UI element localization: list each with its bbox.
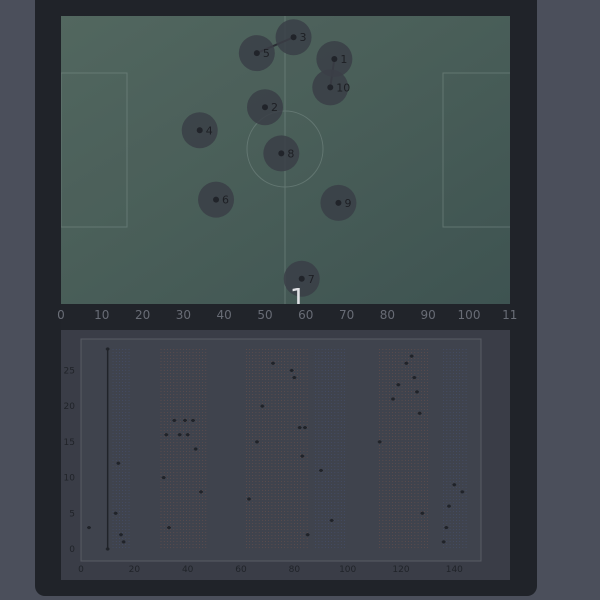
chart-x-tick: 140 <box>446 565 463 575</box>
chart-y-tick: 15 <box>64 438 75 448</box>
player-dot <box>331 56 338 63</box>
player-dot <box>262 104 268 111</box>
chart-y-tick: 5 <box>69 509 75 519</box>
player-dot <box>253 50 260 57</box>
pitch-x-tick: 0 <box>57 308 65 322</box>
chart-x-tick: 100 <box>339 565 356 575</box>
player-marker-8[interactable]: 8 <box>263 135 300 172</box>
player-number: 8 <box>287 147 294 160</box>
pitch-x-tick: 70 <box>338 308 355 322</box>
player-marker-3[interactable]: 3 <box>275 19 312 56</box>
pitch-x-tick: 40 <box>216 308 232 322</box>
pitch-x-tick: 30 <box>175 308 192 322</box>
pitch-x-tick: 100 <box>457 308 481 322</box>
chart-x-tick: 0 <box>78 565 84 575</box>
chart-panel: 0 20 40 60 80 100 120 140 0 5 10 15 20 25 <box>61 330 510 580</box>
player-dot <box>327 84 334 91</box>
pitch-x-tick: 50 <box>257 308 273 322</box>
pitch-x-tick: 20 <box>134 308 151 322</box>
player-dot <box>298 275 305 282</box>
chart-x-tick: 20 <box>129 565 141 575</box>
player-number: 1 <box>340 53 347 66</box>
player-number: 9 <box>344 197 351 210</box>
player-dot <box>196 127 203 134</box>
pitch-x-tick: 80 <box>379 308 396 322</box>
player-marker-5[interactable]: 5 <box>238 35 275 72</box>
player-number: 3 <box>300 31 307 44</box>
player-marker-6[interactable]: 6 <box>198 181 235 218</box>
plot-area <box>80 338 482 562</box>
player-number: 7 <box>308 273 315 286</box>
player-number: 2 <box>271 101 278 114</box>
player-marker-9[interactable]: 9 <box>320 184 357 221</box>
player-marker-2[interactable]: 2 <box>247 89 283 126</box>
pitch-x-tick: 11 <box>502 308 518 322</box>
player-dot <box>335 199 342 206</box>
player-marker-4[interactable]: 4 <box>181 112 218 149</box>
player-dot <box>213 196 220 203</box>
pitch-x-tick: 10 <box>94 308 110 322</box>
chart-y-tick: 20 <box>64 402 76 412</box>
chart-x-tick: 40 <box>182 565 194 575</box>
chart-y-tick: 0 <box>69 545 75 555</box>
chart-x-tick: 60 <box>235 565 247 575</box>
player-number: 6 <box>222 194 229 207</box>
pitch-x-tick: 90 <box>420 308 436 322</box>
player-number: 5 <box>263 47 270 60</box>
pitch-svg: 1 3 5 10 2 4 8 6 9 7 <box>61 16 510 304</box>
player-dot <box>290 34 297 41</box>
pitch-x-tick: 60 <box>298 308 314 322</box>
chart-y-tick: 25 <box>64 366 75 376</box>
chart-x-tick: 80 <box>289 565 301 575</box>
player-dot <box>278 150 285 157</box>
chart-y-tick: 10 <box>64 474 76 484</box>
chart-x-tick: 120 <box>392 565 409 575</box>
player-number: 10 <box>336 81 350 94</box>
timeline-chart: 0 20 40 60 80 100 120 140 0 5 10 15 20 25 <box>61 330 510 580</box>
player-number: 4 <box>206 124 213 137</box>
pitch-view[interactable]: 1 3 5 10 2 4 8 6 9 7 <box>61 16 510 304</box>
pitch-x-axis: 0 10 20 30 40 50 60 70 80 90 100 11 <box>52 304 522 330</box>
